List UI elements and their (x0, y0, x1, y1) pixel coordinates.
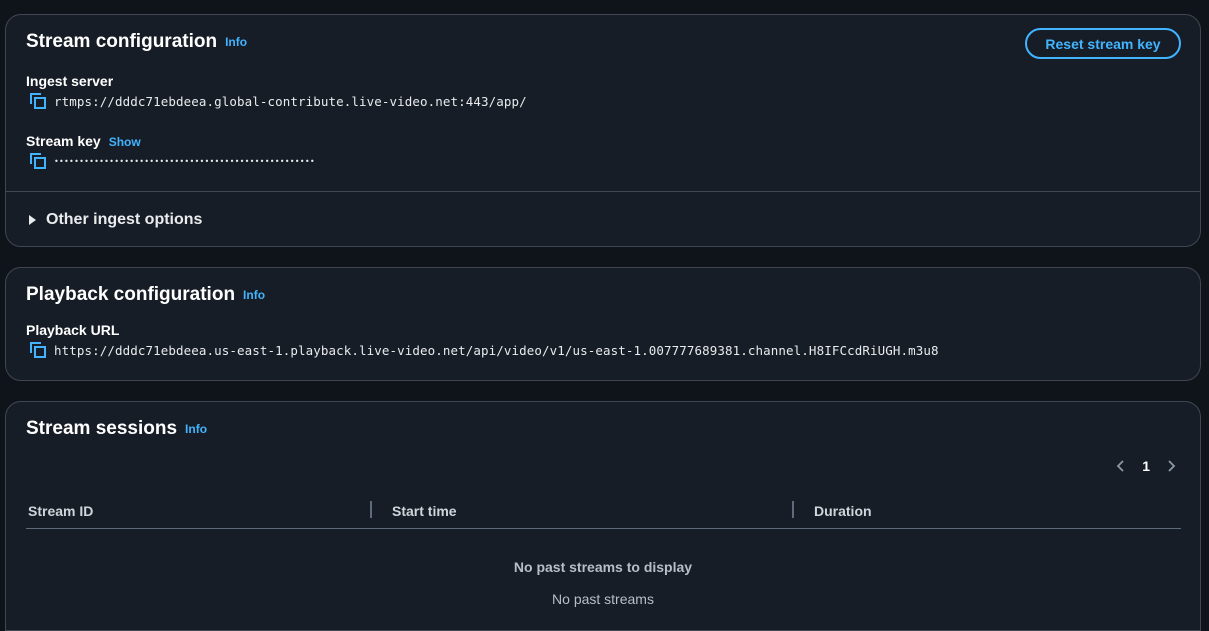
other-ingest-options-expander[interactable]: Other ingest options (29, 211, 202, 229)
caret-right-icon (29, 215, 36, 225)
divider (6, 191, 1200, 192)
stream-sessions-panel: Stream sessions Info 1 Stream ID Start ti… (5, 401, 1201, 631)
chevron-right-icon[interactable] (1164, 459, 1178, 473)
chevron-left-icon[interactable] (1114, 459, 1128, 473)
stream-key-label-row: Stream key Show (26, 133, 141, 149)
pagination: 1 (1114, 458, 1178, 474)
stream-sessions-info-link[interactable]: Info (185, 422, 207, 436)
stream-configuration-title: Stream configuration Info (26, 31, 247, 53)
stream-sessions-heading: Stream sessions (26, 418, 178, 439)
empty-state-title: No past streams to display (513, 559, 693, 575)
copy-icon[interactable] (29, 341, 47, 359)
copy-icon[interactable] (29, 152, 47, 170)
column-resizer[interactable] (370, 501, 372, 518)
stream-configuration-info-link[interactable]: Info (225, 35, 247, 49)
ingest-server-label: Ingest server (26, 73, 114, 89)
playback-configuration-title: Playback configuration Info (26, 284, 265, 306)
copy-icon[interactable] (29, 92, 47, 110)
stream-configuration-heading: Stream configuration (26, 31, 218, 52)
column-header-stream-id[interactable]: Stream ID (28, 503, 93, 519)
pagination-current-page[interactable]: 1 (1142, 458, 1150, 474)
playback-url-value: https://dddc71ebdeea.us-east-1.playback.… (54, 342, 939, 358)
reset-stream-key-button[interactable]: Reset stream key (1025, 28, 1181, 59)
stream-sessions-title: Stream sessions Info (26, 418, 207, 440)
playback-url-field: https://dddc71ebdeea.us-east-1.playback.… (29, 341, 939, 359)
ingest-server-field: rtmps://dddc71ebdeea.global-contribute.l… (29, 92, 527, 110)
playback-url-label: Playback URL (26, 322, 120, 338)
column-header-duration[interactable]: Duration (814, 503, 872, 519)
playback-configuration-heading: Playback configuration (26, 284, 236, 305)
stream-key-show-link[interactable]: Show (109, 135, 141, 149)
column-header-start-time[interactable]: Start time (392, 503, 457, 519)
stream-key-masked-value: ••••••••••••••••••••••••••••••••••••••••… (54, 156, 315, 166)
column-resizer[interactable] (792, 501, 794, 518)
stream-key-label: Stream key (26, 133, 101, 149)
playback-configuration-panel: Playback configuration Info Playback URL … (5, 267, 1201, 381)
other-ingest-options-label: Other ingest options (46, 211, 203, 228)
empty-state-subtitle: No past streams (552, 591, 654, 607)
stream-configuration-panel: Stream configuration Info Reset stream ke… (5, 14, 1201, 247)
table-header: Stream ID Start time Duration (26, 498, 1181, 529)
playback-configuration-info-link[interactable]: Info (243, 288, 265, 302)
stream-key-field: ••••••••••••••••••••••••••••••••••••••••… (29, 152, 315, 170)
ingest-server-value: rtmps://dddc71ebdeea.global-contribute.l… (54, 93, 527, 109)
